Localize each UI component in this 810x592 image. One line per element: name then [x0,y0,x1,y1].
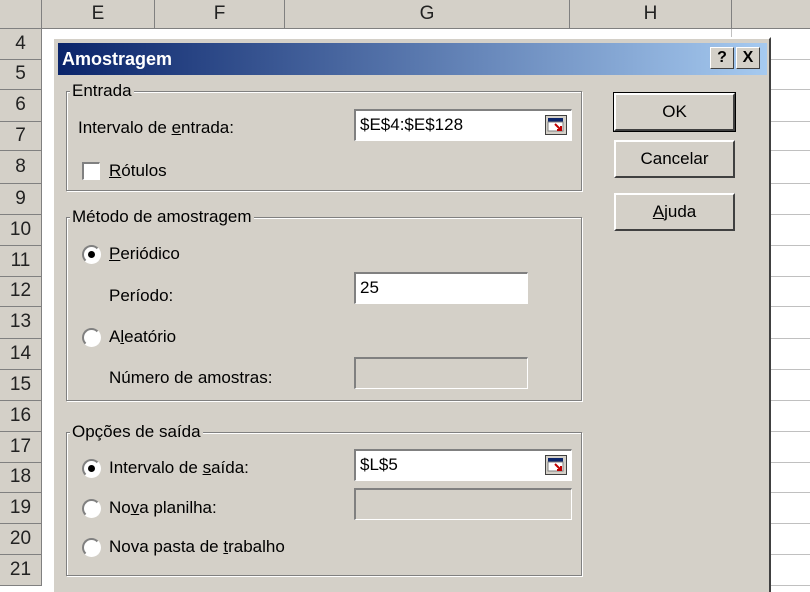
num-samples-field[interactable] [354,357,528,389]
output-group-legend: Opções de saída [70,422,203,442]
random-radio[interactable] [82,328,101,347]
select-all-corner[interactable] [0,0,42,29]
row-header[interactable]: 11 [0,246,42,277]
row-header[interactable]: 21 [0,555,42,586]
num-samples-label: Número de amostras: [109,368,273,387]
row-header[interactable]: 8 [0,151,42,184]
labels-checkbox-label: Rótulos [109,161,167,180]
row-header[interactable]: 14 [0,339,42,370]
input-range-label: Intervalo de entrada: [78,118,234,137]
row-header[interactable]: 17 [0,432,42,463]
collapse-dialog-icon[interactable] [545,115,567,135]
close-icon[interactable]: X [736,47,760,69]
collapse-dialog-icon[interactable] [545,455,567,475]
row-header[interactable]: 18 [0,463,42,493]
output-range-field[interactable]: $L$5 [354,449,572,481]
random-label: Aleatório [109,327,177,346]
row-header[interactable]: 16 [0,401,42,432]
output-range-radio[interactable] [82,459,101,478]
row-header[interactable]: 13 [0,307,42,339]
periodic-radio[interactable] [82,245,101,264]
new-sheet-label: Nova planilha: [109,498,217,517]
row-header[interactable]: 4 [0,29,42,60]
period-label: Período: [109,286,174,305]
new-sheet-field[interactable] [354,488,572,520]
new-workbook-label: Nova pasta de trabalho [109,537,285,556]
output-range-label: Intervalo de saída: [109,458,249,477]
dialog-title: Amostragem [62,49,173,69]
row-header[interactable]: 9 [0,184,42,215]
method-group-legend: Método de amostragem [70,207,254,227]
period-field[interactable]: 25 [354,272,528,304]
cancel-button[interactable]: Cancelar [614,140,735,178]
input-range-field[interactable]: $E$4:$E$128 [354,109,572,141]
periodic-label: Periódico [109,244,180,263]
row-header[interactable]: 5 [0,60,42,90]
row-header[interactable]: 7 [0,122,42,151]
new-workbook-radio[interactable] [82,538,101,557]
row-header[interactable]: 15 [0,370,42,401]
sampling-dialog: Amostragem ? X Entrada Intervalo de entr… [52,37,771,592]
ok-button[interactable]: OK [613,92,736,132]
row-header[interactable]: 19 [0,493,42,524]
column-header-g[interactable]: G [285,0,570,29]
column-header-i[interactable] [732,0,810,29]
labels-checkbox[interactable] [82,162,100,180]
column-header-f[interactable]: F [155,0,285,29]
row-header[interactable]: 12 [0,277,42,307]
input-group-legend: Entrada [70,81,134,101]
help-title-button[interactable]: ? [710,47,734,69]
output-range-value: $L$5 [360,455,398,474]
column-header-h[interactable]: H [570,0,732,29]
row-header[interactable]: 20 [0,524,42,555]
new-sheet-radio[interactable] [82,499,101,518]
column-header-e[interactable]: E [42,0,155,29]
row-header[interactable]: 6 [0,90,42,122]
input-range-value: $E$4:$E$128 [360,115,464,134]
row-header[interactable]: 10 [0,215,42,246]
dialog-titlebar[interactable]: Amostragem ? X [58,43,767,75]
help-button[interactable]: Ajuda [614,193,735,231]
